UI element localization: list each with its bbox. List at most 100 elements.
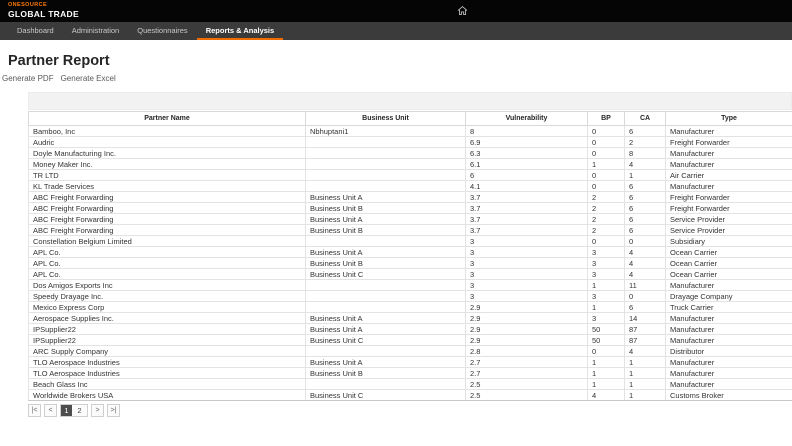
table-row[interactable]: Speedy Drayage Inc.330Drayage Company <box>29 291 792 302</box>
cell-vulnerability: 2.7 <box>466 357 588 368</box>
table-row[interactable]: IPSupplier22Business Unit A2.95087Manufa… <box>29 324 792 335</box>
cell-type: Manufacturer <box>666 126 792 137</box>
main-navigation: Dashboard Administration Questionnaires … <box>0 22 792 40</box>
cell-bp: 50 <box>588 324 625 335</box>
table-row[interactable]: Money Maker Inc.6.114Manufacturer <box>29 159 792 170</box>
cell-business-unit: Business Unit C <box>306 335 466 346</box>
cell-partner-name: Bamboo, Inc <box>29 126 306 137</box>
table-row[interactable]: TR LTD601Air Carrier <box>29 170 792 181</box>
cell-type: Freight Forwarder <box>666 192 792 203</box>
table-row[interactable]: ABC Freight ForwardingBusiness Unit B3.7… <box>29 203 792 214</box>
table-row[interactable]: Dos Amigos Exports Inc3111Manufacturer <box>29 280 792 291</box>
page-title: Partner Report <box>8 53 792 69</box>
cell-partner-name: TR LTD <box>29 170 306 181</box>
cell-bp: 0 <box>588 137 625 148</box>
cell-partner-name: ABC Freight Forwarding <box>29 192 306 203</box>
cell-bp: 3 <box>588 247 625 258</box>
report-actions: Generate PDF Generate Excel <box>2 74 792 83</box>
cell-bp: 50 <box>588 335 625 346</box>
cell-bp: 0 <box>588 346 625 357</box>
cell-vulnerability: 2.5 <box>466 390 588 401</box>
table-row[interactable]: Bamboo, IncNbhuptani1806Manufacturer <box>29 126 792 137</box>
cell-ca: 87 <box>625 335 666 346</box>
cell-vulnerability: 6.3 <box>466 148 588 159</box>
cell-ca: 1 <box>625 170 666 181</box>
cell-vulnerability: 2.9 <box>466 313 588 324</box>
table-row[interactable]: Aerospace Supplies Inc.Business Unit A2.… <box>29 313 792 324</box>
table-row[interactable]: Mexico Express Corp2.916Truck Carrier <box>29 302 792 313</box>
col-header-business-unit[interactable]: Business Unit <box>306 112 466 126</box>
cell-vulnerability: 2.8 <box>466 346 588 357</box>
cell-bp: 1 <box>588 357 625 368</box>
prev-page-button[interactable]: < <box>44 404 57 417</box>
table-row[interactable]: KL Trade Services4.106Manufacturer <box>29 181 792 192</box>
cell-ca: 0 <box>625 291 666 302</box>
table-row[interactable]: Beach Glass Inc2.511Manufacturer <box>29 379 792 390</box>
cell-type: Service Provider <box>666 225 792 236</box>
page-number-1[interactable]: 1 <box>61 405 72 416</box>
table-row[interactable]: ABC Freight ForwardingBusiness Unit A3.7… <box>29 214 792 225</box>
nav-item-dashboard[interactable]: Dashboard <box>8 22 63 40</box>
cell-partner-name: Constellation Belgium Limited <box>29 236 306 247</box>
table-row[interactable]: Constellation Belgium Limited300Subsidia… <box>29 236 792 247</box>
brand-logo: ONESOURCE GLOBAL TRADE <box>8 3 79 19</box>
table-row[interactable]: TLO Aerospace IndustriesBusiness Unit A2… <box>29 357 792 368</box>
table-row[interactable]: APL Co.Business Unit C334Ocean Carrier <box>29 269 792 280</box>
cell-partner-name: IPSupplier22 <box>29 335 306 346</box>
cell-business-unit <box>306 170 466 181</box>
cell-vulnerability: 3.7 <box>466 192 588 203</box>
cell-partner-name: APL Co. <box>29 269 306 280</box>
table-row[interactable]: ABC Freight ForwardingBusiness Unit B3.7… <box>29 225 792 236</box>
cell-vulnerability: 2.9 <box>466 335 588 346</box>
col-header-bp[interactable]: BP <box>588 112 625 126</box>
table-row[interactable]: Audric6.902Freight Forwarder <box>29 137 792 148</box>
cell-type: Ocean Carrier <box>666 258 792 269</box>
cell-vulnerability: 8 <box>466 126 588 137</box>
cell-business-unit <box>306 346 466 357</box>
cell-ca: 6 <box>625 126 666 137</box>
cell-business-unit <box>306 236 466 247</box>
cell-bp: 2 <box>588 203 625 214</box>
cell-ca: 4 <box>625 247 666 258</box>
cell-type: Ocean Carrier <box>666 269 792 280</box>
table-row[interactable]: Doyle Manufacturing Inc.6.308Manufacture… <box>29 148 792 159</box>
cell-type: Distributor <box>666 346 792 357</box>
cell-type: Manufacturer <box>666 357 792 368</box>
cell-type: Manufacturer <box>666 280 792 291</box>
table-row[interactable]: APL Co.Business Unit B334Ocean Carrier <box>29 258 792 269</box>
cell-business-unit <box>306 148 466 159</box>
cell-business-unit: Business Unit A <box>306 313 466 324</box>
page-number-2[interactable]: 2 <box>74 405 85 416</box>
cell-business-unit <box>306 280 466 291</box>
cell-type: Manufacturer <box>666 324 792 335</box>
cell-bp: 0 <box>588 170 625 181</box>
next-page-button[interactable]: > <box>91 404 104 417</box>
cell-business-unit: Nbhuptani1 <box>306 126 466 137</box>
cell-business-unit <box>306 379 466 390</box>
col-header-ca[interactable]: CA <box>625 112 666 126</box>
first-page-button[interactable]: |< <box>28 404 41 417</box>
table-row[interactable]: ABC Freight ForwardingBusiness Unit A3.7… <box>29 192 792 203</box>
table-header-row: Partner Name Business Unit Vulnerability… <box>29 112 792 126</box>
cell-business-unit: Business Unit A <box>306 324 466 335</box>
col-header-partner-name[interactable]: Partner Name <box>29 112 306 126</box>
grid-toolbar <box>28 92 792 110</box>
cell-bp: 3 <box>588 291 625 302</box>
cell-business-unit: Business Unit A <box>306 192 466 203</box>
last-page-button[interactable]: >| <box>107 404 120 417</box>
table-row[interactable]: IPSupplier22Business Unit C2.95087Manufa… <box>29 335 792 346</box>
table-row[interactable]: TLO Aerospace IndustriesBusiness Unit B2… <box>29 368 792 379</box>
table-row[interactable]: APL Co.Business Unit A334Ocean Carrier <box>29 247 792 258</box>
col-header-type[interactable]: Type <box>666 112 792 126</box>
nav-item-reports-analysis[interactable]: Reports & Analysis <box>197 22 284 40</box>
cell-vulnerability: 3.7 <box>466 225 588 236</box>
home-icon[interactable] <box>456 4 469 17</box>
col-header-vulnerability[interactable]: Vulnerability <box>466 112 588 126</box>
table-row[interactable]: ARC Supply Company2.804Distributor <box>29 346 792 357</box>
nav-item-administration[interactable]: Administration <box>63 22 129 40</box>
generate-pdf-link[interactable]: Generate PDF <box>2 74 54 83</box>
generate-excel-link[interactable]: Generate Excel <box>61 74 116 83</box>
table-row[interactable]: Worldwide Brokers USABusiness Unit C2.54… <box>29 390 792 401</box>
nav-item-questionnaires[interactable]: Questionnaires <box>128 22 196 40</box>
cell-type: Subsidiary <box>666 236 792 247</box>
